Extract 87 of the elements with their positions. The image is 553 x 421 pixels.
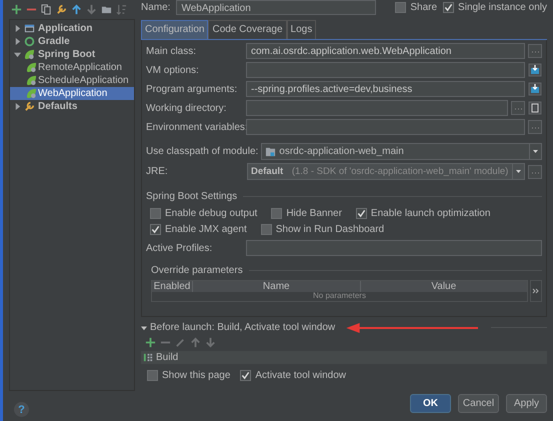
sort-icon[interactable]: [116, 4, 127, 14]
dropdown-arrow-icon[interactable]: [529, 144, 541, 159]
collapsed-arrow-icon[interactable]: [14, 25, 21, 32]
checkbox[interactable]: [271, 208, 282, 219]
checkbox-label: Activate tool window: [255, 370, 346, 381]
checkbox-label: Enable launch optimization: [370, 208, 490, 219]
name-label: Name:: [141, 2, 170, 13]
dialog-button[interactable]: OK: [410, 394, 451, 413]
arrow-up-icon[interactable]: [190, 337, 201, 348]
name-field[interactable]: WebApplication: [176, 0, 376, 15]
tree-item[interactable]: WebApplication: [10, 87, 134, 100]
window-icon: [24, 23, 35, 34]
dialog-button[interactable]: Cancel: [458, 394, 499, 413]
checkbox[interactable]: [395, 2, 406, 13]
collapsed-arrow-icon[interactable]: [14, 38, 21, 45]
input-field[interactable]: [246, 240, 542, 256]
tab[interactable]: Configuration: [141, 20, 208, 39]
field-label: Main class:: [146, 46, 198, 56]
input-field[interactable]: [246, 119, 525, 135]
leaf-icon: [26, 62, 37, 73]
checkbox-label: Share: [410, 2, 438, 13]
input-field[interactable]: [246, 100, 508, 116]
input-field[interactable]: com.ai.osrdc.application.web.WebApplication: [246, 43, 525, 59]
checkbox-label: Hide Banner: [286, 208, 342, 219]
checkbox[interactable]: [240, 370, 252, 381]
expanded-arrow-icon[interactable]: [141, 324, 147, 330]
tree-item[interactable]: ScheduleApplication: [10, 74, 134, 87]
column-header[interactable]: Value: [360, 281, 527, 292]
tree-item[interactable]: RemoteApplication: [10, 61, 134, 74]
tree-item[interactable]: Spring Boot: [10, 48, 134, 61]
dialog-button[interactable]: Apply: [506, 394, 547, 413]
wrench-icon[interactable]: [56, 4, 67, 14]
expanded-arrow-icon[interactable]: [14, 51, 21, 58]
field-label: Working directory:: [146, 102, 228, 114]
task-item[interactable]: Build: [141, 351, 547, 364]
expand-field-icon[interactable]: [528, 82, 542, 96]
add-icon[interactable]: [11, 4, 22, 14]
checkbox[interactable]: [356, 208, 367, 219]
collapsed-arrow-icon[interactable]: [14, 103, 21, 110]
module-folder-icon: [265, 146, 276, 157]
field-label: Program arguments:: [146, 84, 238, 94]
input-field[interactable]: [246, 62, 525, 78]
pencil-icon[interactable]: [175, 337, 186, 348]
leaf-icon: [24, 49, 35, 60]
copy-icon[interactable]: [41, 4, 52, 14]
field-label: JRE:: [146, 166, 169, 177]
tab[interactable]: Code Coverage: [208, 20, 287, 39]
tab[interactable]: Logs: [286, 20, 316, 39]
expand-columns-icon[interactable]: [530, 280, 542, 302]
tree-item[interactable]: Defaults: [10, 100, 134, 113]
checkbox-label: Show this page: [162, 370, 230, 381]
help-button[interactable]: ?: [14, 402, 29, 417]
leaf-icon: [26, 75, 37, 86]
checkbox[interactable]: [260, 224, 272, 235]
arrow-down-icon[interactable]: [205, 337, 216, 348]
expand-field-icon[interactable]: [528, 63, 542, 77]
checkbox-label: Show in Run Dashboard: [276, 224, 384, 235]
tree-item[interactable]: Gradle: [10, 35, 134, 48]
checkbox-label: Single instance only: [458, 2, 547, 13]
checkbox-label: Enable JMX agent: [165, 224, 247, 235]
checkbox[interactable]: [150, 224, 161, 235]
checkbox[interactable]: [147, 370, 158, 381]
wrench-icon: [24, 101, 35, 112]
tree-item[interactable]: Application: [10, 22, 134, 35]
checkbox[interactable]: [443, 2, 454, 13]
dropdown-arrow-icon[interactable]: [512, 164, 524, 179]
section-title[interactable]: Before launch: Build, Activate tool window: [150, 322, 336, 333]
section-title: Spring Boot Settings: [146, 191, 238, 202]
jre-dropdown[interactable]: Default (1.8 - SDK of 'osrdc-application-web_main' module): [247, 163, 525, 180]
checkbox[interactable]: [150, 208, 161, 219]
field-label: Active Profiles:: [146, 242, 214, 254]
ring-icon: [24, 36, 35, 47]
field-label: Use classpath of module:: [146, 146, 258, 157]
section-title: Override parameters: [151, 265, 243, 276]
arrow-down-icon[interactable]: [86, 4, 97, 14]
empty-table-text: No parameters: [312, 292, 367, 300]
column-header[interactable]: Enabled: [152, 281, 192, 292]
build-icon: [143, 352, 154, 363]
checkbox-label: Enable debug output: [165, 208, 258, 219]
leaf-icon: [26, 88, 37, 99]
document-icon[interactable]: [528, 101, 542, 115]
arrow-up-icon[interactable]: [71, 4, 82, 14]
module-dropdown[interactable]: osrdc-application-web_main: [261, 143, 542, 160]
input-field[interactable]: --spring.profiles.active=dev,business: [246, 81, 525, 97]
add-icon[interactable]: [145, 337, 156, 348]
column-header[interactable]: Name: [192, 281, 360, 292]
field-label: VM options:: [146, 64, 200, 76]
